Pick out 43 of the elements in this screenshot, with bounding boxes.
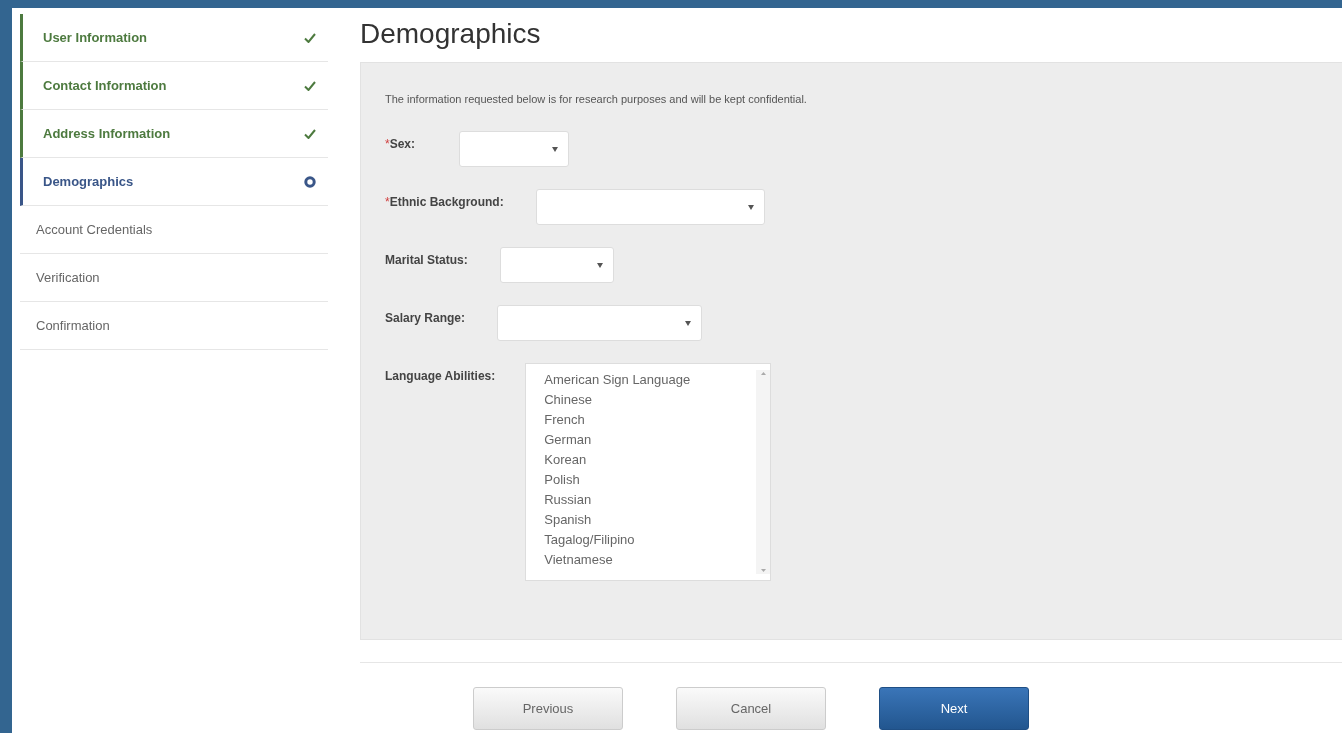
list-option[interactable]: Vietnamese bbox=[544, 550, 757, 570]
field-label: *Ethnic Background: bbox=[385, 194, 504, 209]
scroll-down-icon bbox=[760, 569, 766, 572]
list-option[interactable]: German bbox=[544, 430, 757, 450]
caret-icon bbox=[552, 146, 559, 152]
step-item[interactable]: User Information bbox=[20, 14, 328, 62]
list-option[interactable]: Korean bbox=[544, 450, 757, 470]
dropdown-field[interactable] bbox=[535, 189, 765, 225]
step-item[interactable]: Verification bbox=[20, 254, 328, 302]
caret-icon bbox=[596, 262, 603, 268]
list-option[interactable]: Russian bbox=[544, 490, 757, 510]
field-label: Salary Range: bbox=[385, 310, 466, 325]
dropdown-field[interactable] bbox=[499, 247, 614, 283]
caret-icon bbox=[685, 320, 692, 326]
page-title: Demographics bbox=[360, 17, 542, 51]
list-option[interactable]: American Sign Language bbox=[544, 370, 757, 390]
dropdown-field[interactable] bbox=[459, 131, 570, 167]
checkmark-icon bbox=[304, 32, 316, 43]
checkmark-icon bbox=[304, 80, 316, 91]
checkmark-icon bbox=[304, 128, 316, 139]
caret-icon bbox=[747, 204, 754, 210]
list-option[interactable]: Chinese bbox=[544, 390, 757, 410]
field-label: *Sex: bbox=[385, 136, 416, 151]
nav-button[interactable]: Previous bbox=[473, 687, 623, 730]
list-option[interactable]: Tagalog/Filipino bbox=[544, 530, 757, 550]
step-item[interactable]: Confirmation bbox=[20, 302, 328, 350]
nav-button[interactable]: Cancel bbox=[676, 687, 826, 730]
step-item[interactable]: Demographics bbox=[20, 158, 328, 206]
list-option[interactable]: Polish bbox=[544, 470, 757, 490]
step-item[interactable]: Address Information bbox=[20, 110, 328, 158]
field-label: Marital Status: bbox=[385, 252, 468, 267]
listbox-field[interactable]: American Sign Language Chinese French German Korean Polish Russian Spanish Tagalog/Filipino Vietnamese bbox=[525, 363, 772, 581]
next-button[interactable]: Next bbox=[879, 687, 1029, 730]
intro-text: The information requested below is for research purposes and will be kept confidential. bbox=[385, 93, 808, 105]
step-item[interactable]: Account Credentials bbox=[20, 206, 328, 254]
dropdown-field[interactable] bbox=[497, 305, 703, 341]
list-option[interactable]: French bbox=[544, 410, 757, 430]
field-label: Language Abilities: bbox=[385, 368, 496, 383]
scrollbar[interactable] bbox=[756, 370, 771, 574]
list-option[interactable]: Spanish bbox=[544, 510, 757, 530]
scroll-up-icon bbox=[760, 372, 766, 375]
step-item[interactable]: Contact Information bbox=[20, 62, 328, 110]
circle-icon bbox=[304, 175, 316, 188]
